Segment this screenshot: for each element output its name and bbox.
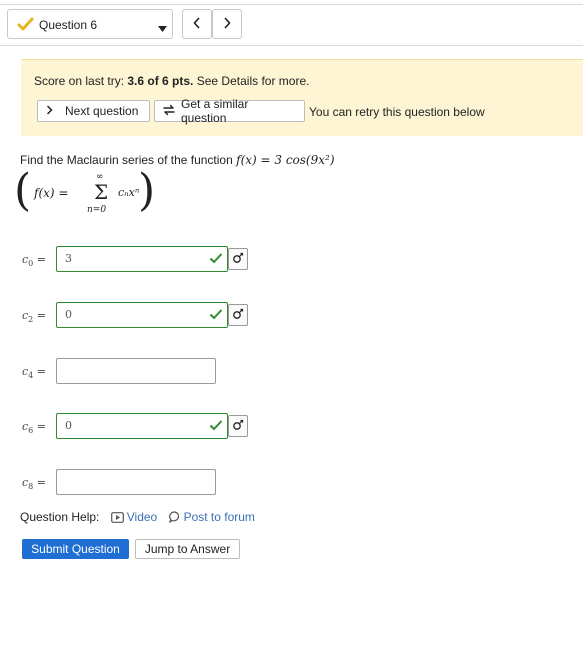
left-paren: ( <box>14 165 32 216</box>
video-icon <box>110 512 124 523</box>
question-select-label: Question 6 <box>39 18 98 32</box>
answer-label: c2 = <box>22 309 46 325</box>
forum-icon <box>168 511 179 524</box>
answer-label: c6 = <box>22 420 46 436</box>
preview-eye-icon <box>232 308 244 323</box>
preview-eye-icon <box>232 252 244 267</box>
score-text: Score on last try: 3.6 of 6 pts. See Det… <box>34 74 310 88</box>
jump-to-answer-button[interactable]: Jump to Answer <box>135 539 240 559</box>
function-expression: f(x) = 3 cos(9x²) <box>236 153 335 167</box>
header-divider <box>0 45 583 46</box>
similar-question-button[interactable]: Get a similar question <box>154 97 305 125</box>
answer-input-c8[interactable] <box>56 469 216 495</box>
series-definition: ( f(x) = ∞ Σ n=0 cₙxⁿ ) <box>14 166 155 222</box>
next-question-nav-button[interactable] <box>212 9 242 39</box>
chevron-left-icon <box>193 16 201 32</box>
previous-question-button[interactable] <box>182 9 212 39</box>
video-link[interactable]: Video <box>127 510 157 524</box>
preview-button[interactable] <box>228 248 248 270</box>
problem-prompt: Find the Maclaurin series of the functio… <box>20 153 335 167</box>
answer-label: c4 = <box>22 365 46 381</box>
question-help-label: Question Help: <box>20 510 100 524</box>
sigma-symbol: Σ <box>94 180 109 204</box>
refresh-arrows-icon <box>163 104 181 119</box>
score-banner: Score on last try: 3.6 of 6 pts. See Det… <box>21 59 583 136</box>
answer-input-c2[interactable]: 0 <box>56 302 228 328</box>
preview-eye-icon <box>232 419 244 434</box>
retry-note: You can retry this question below <box>309 105 485 119</box>
chevron-right-icon <box>46 104 59 118</box>
right-paren: ) <box>138 165 156 216</box>
question-select[interactable]: Question 6 <box>7 9 173 39</box>
answer-input-c0[interactable]: 3 <box>56 246 228 272</box>
check-icon <box>209 252 223 267</box>
answer-label: c0 = <box>22 253 46 269</box>
answer-row-c0: c0 = 3 <box>0 246 583 272</box>
answer-row-c6: c6 = 0 <box>0 413 583 439</box>
caret-down-icon <box>158 21 167 35</box>
check-icon <box>209 419 223 434</box>
series-lhs: f(x) = <box>34 186 69 200</box>
next-question-button[interactable]: Next question <box>37 100 150 122</box>
score-value: 3.6 of 6 pts. <box>127 74 194 88</box>
answer-row-c4: c4 = <box>0 358 583 384</box>
sum-term: cₙxⁿ <box>118 186 140 199</box>
answer-row-c8: c8 = <box>0 469 583 495</box>
answer-row-c2: c2 = 0 <box>0 302 583 328</box>
next-question-label: Next question <box>65 104 139 118</box>
partial-check-icon <box>17 16 35 35</box>
check-icon <box>209 308 223 323</box>
submit-question-button[interactable]: Submit Question <box>22 539 129 559</box>
forum-link[interactable]: Post to forum <box>184 510 255 524</box>
question-help: Question Help: Video Post to forum <box>20 510 255 524</box>
preview-button[interactable] <box>228 304 248 326</box>
sum-lower-limit: n=0 <box>87 205 107 215</box>
answer-input-c4[interactable] <box>56 358 216 384</box>
top-divider <box>0 4 583 5</box>
chevron-right-icon <box>223 16 231 32</box>
similar-question-label: Get a similar question <box>181 97 249 125</box>
preview-button[interactable] <box>228 415 248 437</box>
answer-input-c6[interactable]: 0 <box>56 413 228 439</box>
answer-label: c8 = <box>22 476 46 492</box>
